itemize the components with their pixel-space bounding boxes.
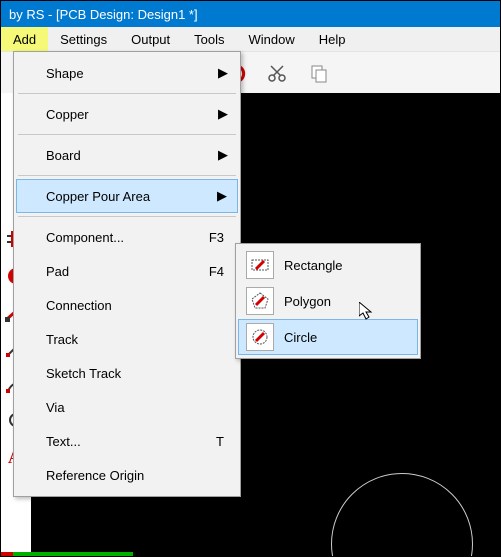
menu-item-component[interactable]: Component...F3 (16, 220, 238, 254)
submenu-arrow-icon: ▶ (218, 65, 228, 81)
submenu-arrow-icon: ▶ (217, 188, 227, 204)
menu-item-text[interactable]: Text...T (16, 424, 238, 458)
submenu-item-polygon[interactable]: Polygon (238, 283, 418, 319)
menu-item-reference-origin[interactable]: Reference Origin (16, 458, 238, 492)
menu-separator (18, 175, 236, 176)
menu-settings[interactable]: Settings (48, 27, 119, 51)
add-menu-dropdown: Shape▶ Copper▶ Board▶ Copper Pour Area▶ … (13, 51, 241, 497)
title-bar: by RS - [PCB Design: Design1 *] (1, 1, 500, 27)
menu-output[interactable]: Output (119, 27, 182, 51)
menu-separator (18, 134, 236, 135)
window-title: by RS - [PCB Design: Design1 *] (9, 7, 198, 22)
menu-add[interactable]: Add (1, 27, 48, 51)
toolbar-scissors[interactable] (257, 54, 297, 92)
menu-item-board[interactable]: Board▶ (16, 138, 238, 172)
menu-separator (18, 216, 236, 217)
menu-item-track[interactable]: Track (16, 322, 238, 356)
menu-tools[interactable]: Tools (182, 27, 236, 51)
status-seg-red (1, 552, 13, 556)
menu-help[interactable]: Help (307, 27, 358, 51)
submenu-arrow-icon: ▶ (218, 106, 228, 122)
status-seg-green (13, 552, 133, 556)
submenu-item-circle[interactable]: Circle (238, 319, 418, 355)
shortcut-label: T (216, 434, 224, 449)
copper-pour-submenu: Rectangle Polygon Circle (235, 243, 421, 359)
toolbar-copy[interactable] (299, 54, 339, 92)
circle-icon (246, 323, 274, 351)
menu-item-copper[interactable]: Copper▶ (16, 97, 238, 131)
submenu-arrow-icon: ▶ (218, 147, 228, 163)
menu-item-shape[interactable]: Shape▶ (16, 56, 238, 90)
menu-separator (18, 93, 236, 94)
menu-item-connection[interactable]: Connection (16, 288, 238, 322)
submenu-item-rectangle[interactable]: Rectangle (238, 247, 418, 283)
menu-item-copper-pour-area[interactable]: Copper Pour Area▶ (16, 179, 238, 213)
polygon-icon (246, 287, 274, 315)
status-strip (1, 552, 500, 556)
shortcut-label: F4 (209, 264, 224, 279)
rectangle-icon (246, 251, 274, 279)
menu-item-sketch-track[interactable]: Sketch Track (16, 356, 238, 390)
shortcut-label: F3 (209, 230, 224, 245)
menu-item-via[interactable]: Via (16, 390, 238, 424)
drawn-circle (331, 473, 473, 557)
menu-bar: Add Settings Output Tools Window Help (1, 27, 500, 52)
menu-item-pad[interactable]: PadF4 (16, 254, 238, 288)
menu-window[interactable]: Window (237, 27, 307, 51)
